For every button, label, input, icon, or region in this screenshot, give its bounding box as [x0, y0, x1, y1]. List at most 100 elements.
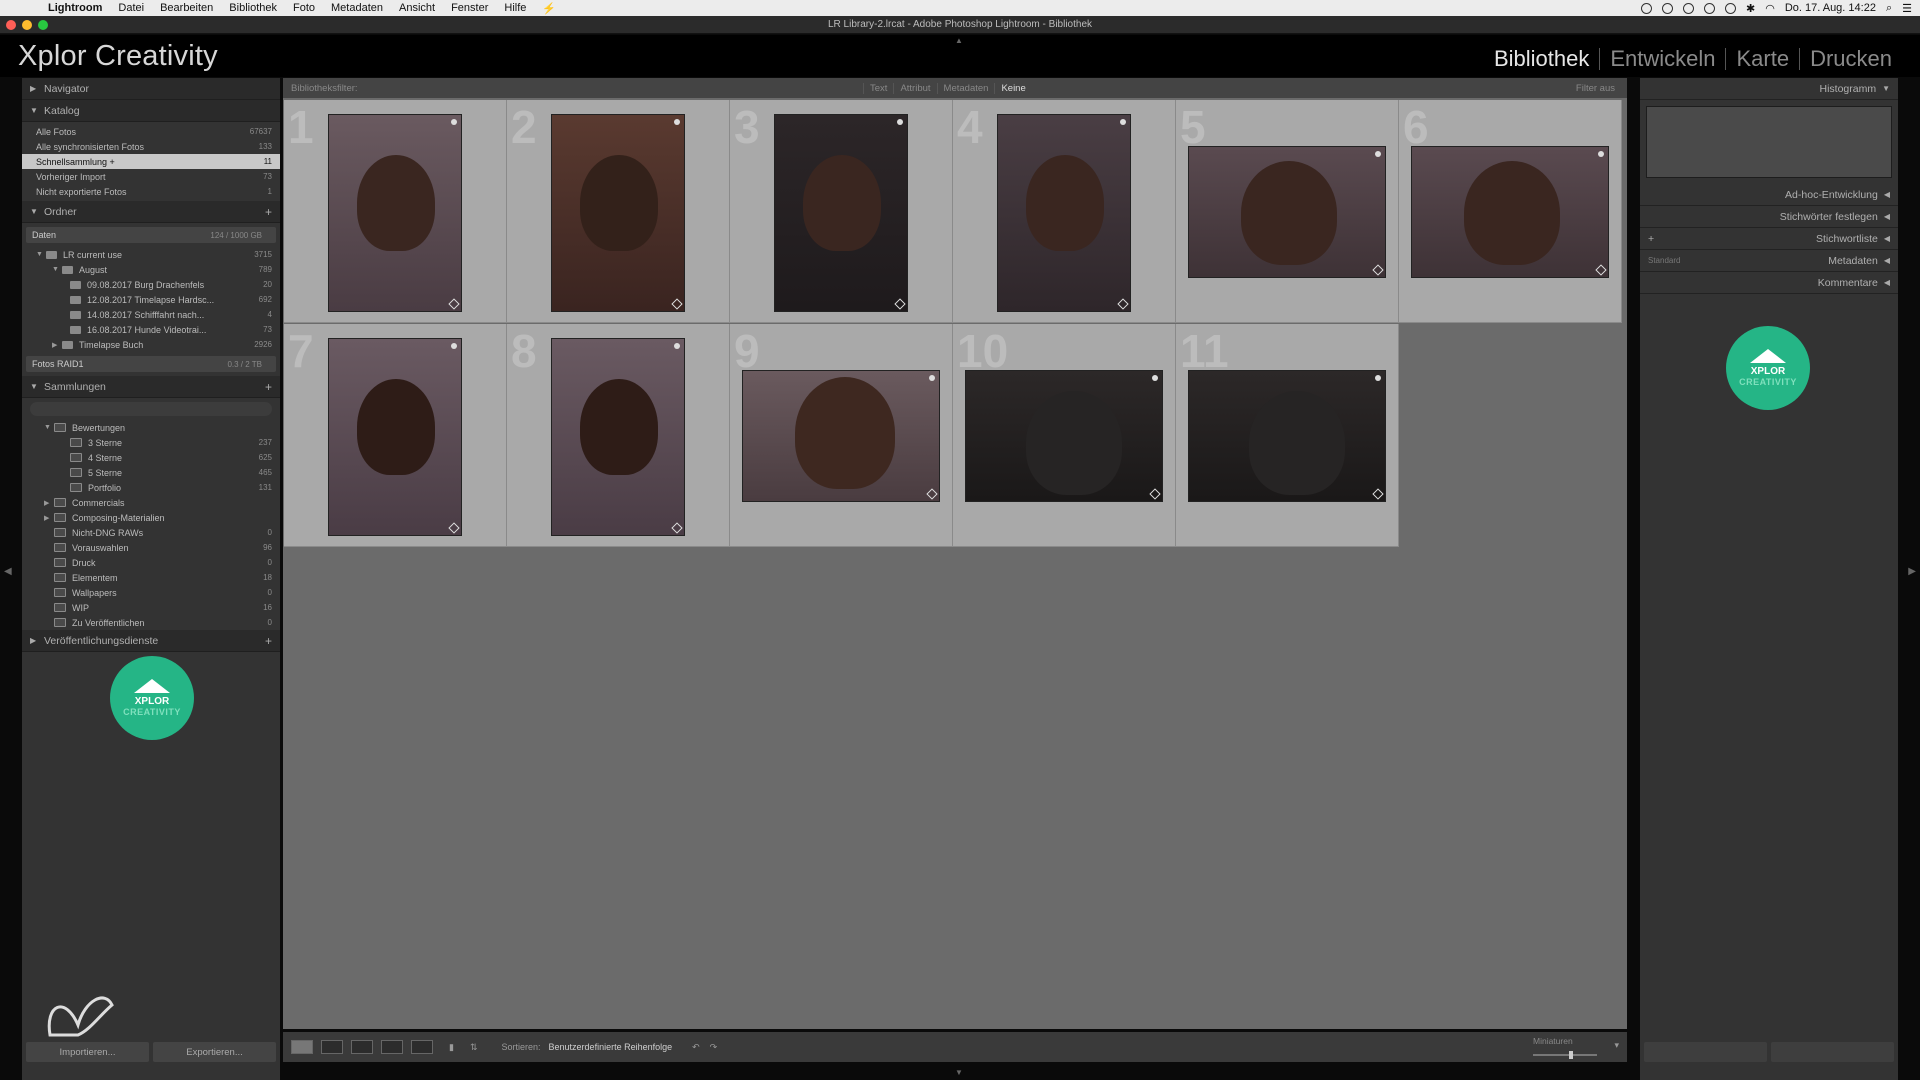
folder-item[interactable]: ▼ LR current use 3715: [22, 247, 280, 262]
collection-search-input[interactable]: [30, 402, 272, 416]
grid-cell[interactable]: 9: [730, 324, 953, 547]
module-entwickeln[interactable]: Entwickeln: [1600, 46, 1725, 72]
add-folder-icon[interactable]: +: [265, 205, 272, 219]
thumbnail-photo[interactable]: [997, 114, 1131, 312]
module-bibliothek[interactable]: Bibliothek: [1484, 46, 1599, 72]
collection-set[interactable]: ▶ Commercials: [22, 495, 280, 510]
grid-view-button[interactable]: [291, 1040, 313, 1054]
collection-set[interactable]: ▼ Bewertungen: [22, 420, 280, 435]
collection-item[interactable]: Vorauswahlen 96: [22, 540, 280, 555]
toolbar-menu-chevron-icon[interactable]: ▾: [1614, 1040, 1619, 1051]
menu-hilfe[interactable]: Hilfe: [496, 2, 534, 14]
minimize-window-button[interactable]: [22, 20, 32, 30]
grid-cell[interactable]: 6: [1399, 100, 1622, 323]
notification-center-icon[interactable]: ☰: [1902, 2, 1912, 15]
collection-item[interactable]: 4 Sterne 625: [22, 450, 280, 465]
folder-item[interactable]: 09.08.2017 Burg Drachenfels 20: [22, 277, 280, 292]
filter-tab-metadaten[interactable]: Metadaten: [936, 82, 995, 94]
close-window-button[interactable]: [6, 20, 16, 30]
grid-cell[interactable]: 3: [730, 100, 953, 323]
histogram-header[interactable]: Histogramm ▼: [1640, 78, 1898, 100]
collection-item[interactable]: 3 Sterne 237: [22, 435, 280, 450]
menu-datei[interactable]: Datei: [110, 2, 152, 14]
collection-item[interactable]: Druck 0: [22, 555, 280, 570]
katalog-item[interactable]: Alle synchronisierten Fotos 133: [22, 139, 280, 154]
katalog-item[interactable]: Alle Fotos 67637: [22, 124, 280, 139]
bottom-panel-toggle-icon[interactable]: ▼: [955, 1068, 963, 1077]
thumbnail-photo[interactable]: [774, 114, 908, 312]
filter-tab-text[interactable]: Text: [863, 82, 893, 94]
people-view-button[interactable]: [411, 1040, 433, 1054]
thumbnail-photo[interactable]: [1188, 370, 1386, 502]
collection-item[interactable]: 5 Sterne 465: [22, 465, 280, 480]
menu-fenster[interactable]: Fenster: [443, 2, 496, 14]
wifi-icon[interactable]: ◠: [1765, 2, 1775, 15]
katalog-item[interactable]: Nicht exportierte Fotos 1: [22, 184, 280, 199]
grid-cell[interactable]: 11: [1176, 324, 1399, 547]
grid-cell[interactable]: 4: [953, 100, 1176, 323]
menu-lightroom[interactable]: Lightroom: [40, 2, 110, 14]
thumbnail-photo[interactable]: [328, 338, 462, 536]
sammlungen-header[interactable]: ▼ Sammlungen +: [22, 376, 280, 398]
keyword-list-header[interactable]: + Stichwortliste ◀: [1640, 228, 1898, 250]
katalog-header[interactable]: ▼ Katalog: [22, 100, 280, 122]
folder-item[interactable]: 14.08.2017 Schifffahrt nach... 4: [22, 307, 280, 322]
sort-order-select[interactable]: Benutzerdefinierte Reihenfolge: [549, 1042, 673, 1052]
sync-icon[interactable]: [1703, 2, 1715, 14]
folder-item[interactable]: ▼ August 789: [22, 262, 280, 277]
sort-direction-icon[interactable]: ⇅: [470, 1042, 478, 1053]
grid-cell[interactable]: 7: [284, 324, 507, 547]
sync-settings-button[interactable]: [1771, 1042, 1894, 1062]
lightning-icon[interactable]: ⚡: [534, 2, 564, 15]
filter-tab-attribut[interactable]: Attribut: [893, 82, 936, 94]
add-keyword-icon[interactable]: +: [1648, 233, 1654, 245]
grid-cell[interactable]: 5: [1176, 100, 1399, 323]
survey-view-button[interactable]: [381, 1040, 403, 1054]
add-publish-service-icon[interactable]: +: [265, 634, 272, 648]
loupe-view-button[interactable]: [321, 1040, 343, 1054]
folder-item[interactable]: 12.08.2017 Timelapse Hardsc... 692: [22, 292, 280, 307]
add-collection-icon[interactable]: +: [265, 380, 272, 394]
katalog-item-selected[interactable]: Schnellsammlung +11: [22, 154, 280, 169]
module-karte[interactable]: Karte: [1726, 46, 1799, 72]
top-panel-toggle-icon[interactable]: ▲: [955, 36, 963, 45]
menu-bibliothek[interactable]: Bibliothek: [221, 2, 285, 14]
collection-item[interactable]: Zu Veröffentlichen 0: [22, 615, 280, 630]
keywording-header[interactable]: Stichwörter festlegen ◀: [1640, 206, 1898, 228]
grid-cell[interactable]: 1: [284, 100, 507, 323]
thumbnail-photo[interactable]: [551, 114, 685, 312]
collection-item[interactable]: WIP 16: [22, 600, 280, 615]
metadata-preset-select[interactable]: Standard: [1648, 256, 1680, 265]
thumbnail-photo[interactable]: [965, 370, 1163, 502]
collection-item[interactable]: Portfolio 131: [22, 480, 280, 495]
compare-view-button[interactable]: [351, 1040, 373, 1054]
thumbnail-photo[interactable]: [328, 114, 462, 312]
collection-item[interactable]: Elementem 18: [22, 570, 280, 585]
left-panel-toggle-icon[interactable]: ◀: [4, 566, 12, 577]
quick-develop-header[interactable]: Ad-hoc-Entwicklung ◀: [1640, 184, 1898, 206]
menu-metadaten[interactable]: Metadaten: [323, 2, 391, 14]
katalog-item[interactable]: Vorheriger Import 73: [22, 169, 280, 184]
module-drucken[interactable]: Drucken: [1800, 46, 1902, 72]
cloud-icon[interactable]: [1661, 2, 1673, 14]
ordner-header[interactable]: ▼ Ordner +: [22, 201, 280, 223]
collection-set[interactable]: ▶ Composing-Materialien: [22, 510, 280, 525]
slider-knob[interactable]: [1569, 1051, 1573, 1059]
folder-item[interactable]: ▶ Timelapse Buch 2926: [22, 337, 280, 352]
import-button[interactable]: Importieren...: [26, 1042, 149, 1062]
spray-can-icon[interactable]: ▮: [449, 1042, 454, 1053]
collection-item[interactable]: Wallpapers 0: [22, 585, 280, 600]
publish-services-header[interactable]: ▶ Veröffentlichungsdienste +: [22, 630, 280, 652]
grid-cell[interactable]: 8: [507, 324, 730, 547]
rotate-left-icon[interactable]: ↶: [692, 1042, 700, 1053]
filter-tab-keine[interactable]: Keine: [994, 82, 1031, 94]
volume-fotos-raid[interactable]: Fotos RAID1 0.3 / 2 TB: [26, 356, 276, 372]
metadata-header[interactable]: Standard Metadaten ◀: [1640, 250, 1898, 272]
thumbnail-photo[interactable]: [1188, 146, 1386, 278]
collection-item[interactable]: Nicht-DNG RAWs 0: [22, 525, 280, 540]
menubar-clock[interactable]: Do. 17. Aug. 14:22: [1785, 2, 1876, 14]
right-panel-toggle-icon[interactable]: ▶: [1908, 566, 1916, 577]
menu-bearbeiten[interactable]: Bearbeiten: [152, 2, 221, 14]
thumbnail-photo[interactable]: [1411, 146, 1609, 278]
zoom-window-button[interactable]: [38, 20, 48, 30]
